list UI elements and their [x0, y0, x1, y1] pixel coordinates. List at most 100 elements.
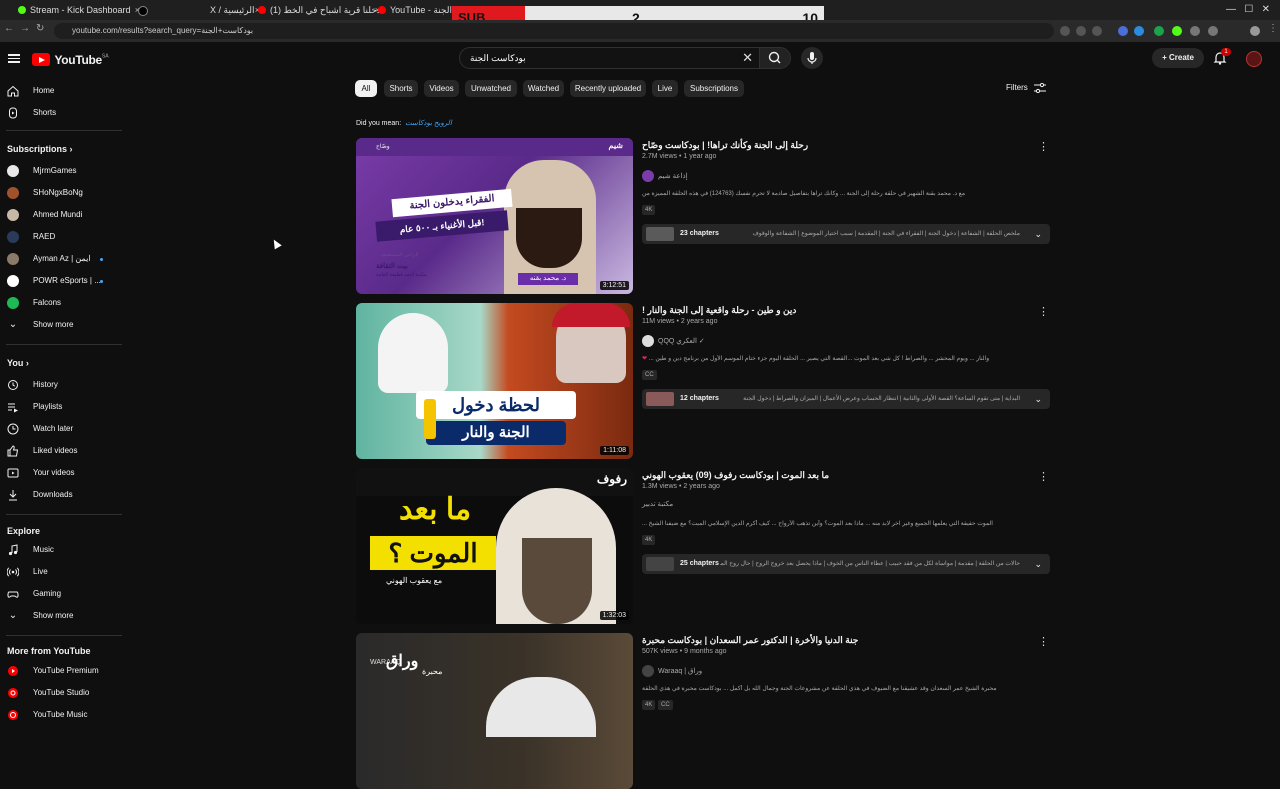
browser-tab[interactable]: X / الرئيسية ×: [136, 2, 262, 18]
video-title[interactable]: ما بعد الموت | بودكاست رفوف (09) يعقوب ا…: [642, 470, 829, 481]
video-result[interactable]: WARAAQ وراق محبرة جنة الدنيا والأخرة | ا…: [356, 633, 1056, 789]
voice-search-button[interactable]: [801, 47, 823, 69]
upload-age: 1 year ago: [683, 153, 717, 160]
sidebar-item-liked-videos[interactable]: Liked videos: [0, 441, 122, 461]
sidebar-item-channel[interactable]: Ayman Az | ايمن: [0, 249, 122, 269]
back-icon[interactable]: ←: [4, 23, 14, 34]
channel-link[interactable]: Waraaq | وراق: [642, 665, 702, 677]
more-options-icon[interactable]: ⋮: [1038, 305, 1049, 318]
sidebar-item-your-videos[interactable]: Your videos: [0, 463, 122, 483]
filters-button[interactable]: Filters: [1006, 83, 1047, 93]
profile-icon[interactable]: [1250, 26, 1260, 36]
sidebar-item-home[interactable]: Home: [0, 81, 122, 101]
you-heading[interactable]: You ›: [7, 358, 29, 368]
video-thumbnail[interactable]: رفوف ما بعد الموت ؟ مع يعقوب الهوني 1:32…: [356, 468, 633, 624]
channel-link[interactable]: QQQ العكري ✓: [642, 335, 705, 347]
video-description: مع د. محمد بقنة الشهير في حلقة رحلة إلى …: [642, 191, 966, 197]
menu-icon[interactable]: [8, 52, 20, 65]
region-code: SA: [101, 53, 109, 60]
extension-icon[interactable]: [1134, 26, 1144, 36]
clear-search-icon[interactable]: ✕: [742, 48, 753, 68]
video-title[interactable]: جنة الدنيا والأخرة | الدكتور عمر السعدان…: [642, 635, 858, 646]
did-you-mean-suggestion[interactable]: الرويح بودكاست: [405, 120, 452, 127]
chip-subscriptions[interactable]: Subscriptions: [684, 80, 744, 97]
youtube-logo[interactable]: YouTubeSA: [32, 51, 109, 69]
reload-icon[interactable]: ↻: [36, 23, 44, 34]
bookmark-icon[interactable]: [1092, 26, 1102, 36]
sidebar-item-live[interactable]: Live: [0, 562, 122, 582]
chevron-down-icon[interactable]: ⌄: [1034, 224, 1042, 244]
video-result[interactable]: شيم وصّاح الفقراء يدخلون الجنة قبل الأغن…: [356, 138, 1056, 294]
chip-live[interactable]: Live: [652, 80, 678, 97]
chip-all[interactable]: All: [355, 80, 377, 97]
more-options-icon[interactable]: ⋮: [1038, 470, 1049, 483]
sidebar-item-label: Live: [33, 567, 48, 576]
sidebar-item-history[interactable]: History: [0, 375, 122, 395]
browser-menu-icon[interactable]: ⋮: [1268, 23, 1278, 34]
sidebar-item-youtube-studio[interactable]: YouTube Studio: [0, 683, 122, 703]
extensions-puzzle-icon[interactable]: [1208, 26, 1218, 36]
chapters-bar[interactable]: 25 chapters حالات من الحلقة | مقدمة | مو…: [642, 554, 1050, 574]
sidebar-show-more[interactable]: ⌄ Show more: [0, 315, 122, 335]
search-button[interactable]: [759, 47, 791, 69]
chip-recently-uploaded[interactable]: Recently uploaded: [570, 80, 646, 97]
search-input[interactable]: بودكاست الجنة: [470, 48, 526, 68]
sidebar-item-channel[interactable]: RAED: [0, 227, 122, 247]
browser-tab[interactable]: Stream - Kick Dashboard ×: [16, 2, 142, 18]
window-controls[interactable]: — ☐ ✕: [1212, 2, 1280, 18]
chevron-down-icon[interactable]: ⌄: [1034, 389, 1042, 409]
chip-unwatched[interactable]: Unwatched: [465, 80, 517, 97]
video-thumbnail[interactable]: WARAAQ وراق محبرة: [356, 633, 633, 789]
sidebar-item-label: Gaming: [33, 589, 62, 598]
video-title[interactable]: رحلة إلى الجنة وكأنك تراها! | بودكاست وص…: [642, 140, 808, 151]
sidebar-item-shorts[interactable]: Shorts: [0, 103, 122, 123]
chip-watched[interactable]: Watched: [523, 80, 564, 97]
sidebar-item-youtube-premium[interactable]: YouTube Premium: [0, 661, 122, 681]
sidebar-item-channel[interactable]: POWR eSports | ...: [0, 271, 122, 291]
more-options-icon[interactable]: ⋮: [1038, 140, 1049, 153]
zoom-icon[interactable]: [1060, 26, 1070, 36]
sidebar-item-downloads[interactable]: Downloads: [0, 485, 122, 505]
video-result[interactable]: لحظة دخول الجنة والنار 1:11:08 ! دين و ط…: [356, 303, 1056, 459]
sidebar-item-watch-later[interactable]: Watch later: [0, 419, 122, 439]
sidebar: Home Shorts Subscriptions › MjrmGames SH…: [0, 78, 122, 720]
sidebar-show-more[interactable]: ⌄ Show more: [0, 606, 122, 626]
sidebar-item-channel[interactable]: MjrmGames: [0, 161, 122, 181]
extension-icon[interactable]: [1154, 26, 1164, 36]
chapters-bar[interactable]: 12 chapters البداية | متى تقوم الساعة؟ ا…: [642, 389, 1050, 409]
video-thumbnail[interactable]: شيم وصّاح الفقراء يدخلون الجنة قبل الأغن…: [356, 138, 633, 294]
chapters-count: 25 chapters: [680, 560, 719, 567]
video-result[interactable]: رفوف ما بعد الموت ؟ مع يعقوب الهوني 1:32…: [356, 468, 1056, 624]
chevron-down-icon[interactable]: ⌄: [1034, 554, 1042, 574]
upload-age: 9 months ago: [684, 648, 727, 655]
browser-tab[interactable]: (1) دخلنا قرية اشباح في الخط ×: [256, 2, 382, 18]
filters-sliders-icon: [1034, 83, 1047, 93]
chapters-bar[interactable]: 23 chapters ملخص الحلقة | الشفاعة | دخول…: [642, 224, 1050, 244]
channel-avatar: [7, 253, 19, 265]
search-box[interactable]: بودكاست الجنة ✕: [459, 47, 759, 69]
forward-icon[interactable]: →: [20, 23, 30, 34]
account-avatar[interactable]: [1246, 51, 1262, 67]
chip-videos[interactable]: Videos: [424, 80, 459, 97]
sidebar-item-channel[interactable]: SHoNgxBoNg: [0, 183, 122, 203]
channel-link[interactable]: إذاعة شيم: [642, 170, 688, 182]
badge-4k: 4K: [642, 700, 656, 710]
extension-icon[interactable]: [1190, 26, 1200, 36]
sidebar-item-channel[interactable]: Falcons: [0, 293, 122, 313]
sidebar-item-playlists[interactable]: Playlists: [0, 397, 122, 417]
sidebar-item-music[interactable]: Music: [0, 540, 122, 560]
sidebar-item-channel[interactable]: Ahmed Mundi: [0, 205, 122, 225]
extension-icon[interactable]: [1172, 26, 1182, 36]
sidebar-item-youtube-music[interactable]: YouTube Music: [0, 705, 122, 725]
channel-link[interactable]: مكتبة تدبير: [642, 500, 673, 508]
more-options-icon[interactable]: ⋮: [1038, 635, 1049, 648]
install-icon[interactable]: [1076, 26, 1086, 36]
chip-shorts[interactable]: Shorts: [384, 80, 418, 97]
extension-icon[interactable]: [1118, 26, 1128, 36]
sidebar-item-gaming[interactable]: Gaming: [0, 584, 122, 604]
create-button[interactable]: + Create: [1152, 48, 1204, 68]
address-bar[interactable]: youtube.com/results?search_query=بودكاست…: [54, 23, 1054, 39]
video-title[interactable]: ! دين و طين - رحلة واقعية إلى الجنة والن…: [642, 305, 796, 316]
video-thumbnail[interactable]: لحظة دخول الجنة والنار 1:11:08: [356, 303, 633, 459]
subscriptions-heading[interactable]: Subscriptions ›: [7, 144, 73, 154]
